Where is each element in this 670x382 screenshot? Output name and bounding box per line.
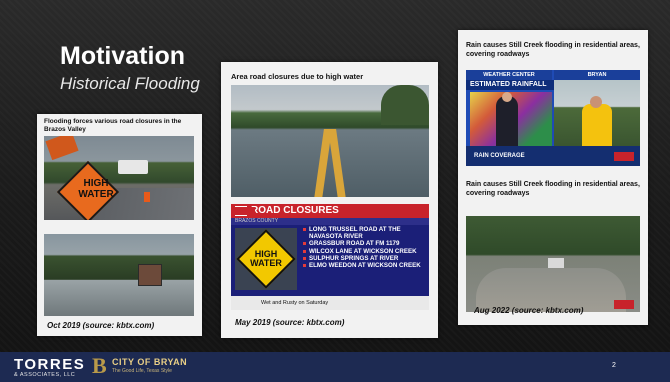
photo-high-water-sign: HIGH WATER (44, 136, 194, 220)
panel-may-2019: Area road closures due to high water ROA… (221, 62, 438, 338)
road-stripe (328, 129, 346, 197)
photo-flooded-street (466, 216, 640, 312)
closure-item: ELMO WEEDON AT WICKSON CREEK (303, 262, 427, 269)
news-ticker: Wet and Rusty on Saturday (231, 296, 429, 310)
slide: Motivation Historical Flooding Flooding … (0, 0, 670, 382)
face-icon (590, 96, 602, 108)
truck-icon (118, 160, 148, 174)
city-of-bryan-logo-icon: B (92, 353, 107, 378)
closures-subheader: BRAZOS COUNTY (231, 218, 429, 225)
bryan-label: BRYAN (554, 70, 640, 80)
panel-caption-top: Rain causes Still Creek flooding in resi… (466, 42, 640, 58)
panel-source: Oct 2019 (source: kbtx.com) (47, 321, 155, 330)
city-of-bryan-logo: CITY OF BRYAN (112, 357, 188, 367)
vehicle-icon (138, 264, 162, 286)
kbtx-logo-icon (614, 152, 634, 161)
closure-item: WILCOX LANE AT WICKSON CREEK (303, 248, 427, 255)
sign-photo: HIGH WATER (235, 228, 297, 290)
kbtx-logo-icon (614, 300, 634, 309)
closures-header: ROAD CLOSURES (231, 204, 429, 218)
rainfall-title: ESTIMATED RAINFALL (466, 80, 556, 90)
sign-icon (45, 136, 79, 161)
photo-flooded-road (44, 234, 194, 316)
closures-list: LONG TRUSSEL ROAD AT THE NAVASOTA RIVER … (303, 226, 427, 269)
torres-logo: TORRES (14, 356, 86, 373)
car-icon (548, 258, 564, 268)
panel-source: Aug 2022 (source: kbtx.com) (474, 306, 584, 315)
page-number: 2 (612, 362, 616, 369)
closure-item: GRASSBUR ROAD AT FM 1179 (303, 240, 427, 247)
tree-icon (381, 85, 429, 125)
sign-text: HIGH WATER (250, 249, 282, 268)
panel-caption: Flooding forces various road closures in… (44, 118, 182, 133)
sign-text: HIGH WATER (78, 178, 114, 200)
torres-logo-sub: & ASSOCIATES, LLC (14, 372, 76, 378)
face-icon (502, 92, 512, 102)
slide-title: Motivation (60, 42, 185, 70)
meteorologist-icon (496, 96, 518, 146)
cone-icon (144, 192, 150, 202)
floodwater-shape (44, 280, 194, 316)
weather-center-screenshot: WEATHER CENTER BRYAN ESTIMATED RAINFALL … (466, 70, 640, 166)
reporter-icon (582, 104, 612, 146)
weather-center-label: WEATHER CENTER (466, 70, 552, 80)
kbtx-logo-icon (235, 207, 255, 215)
panel-caption-bottom: Rain causes Still Creek flooding in resi… (466, 181, 640, 197)
panel-caption: Area road closures due to high water (231, 72, 364, 81)
closure-item: SULPHUR SPRINGS AT RIVER (303, 255, 427, 262)
closure-item: LONG TRUSSEL ROAD AT THE NAVASOTA RIVER (303, 226, 427, 240)
city-of-bryan-tagline: The Good Life, Texas Style (112, 368, 172, 374)
slide-subtitle: Historical Flooding (60, 74, 200, 93)
panel-source: May 2019 (source: kbtx.com) (235, 318, 345, 327)
panel-oct-2019: Flooding forces various road closures in… (37, 114, 202, 336)
photo-flooded-highway (231, 85, 429, 197)
panel-aug-2022: Rain causes Still Creek flooding in resi… (458, 30, 648, 325)
road-closures-graphic: ROAD CLOSURES BRAZOS COUNTY HIGH WATER L… (231, 204, 429, 310)
